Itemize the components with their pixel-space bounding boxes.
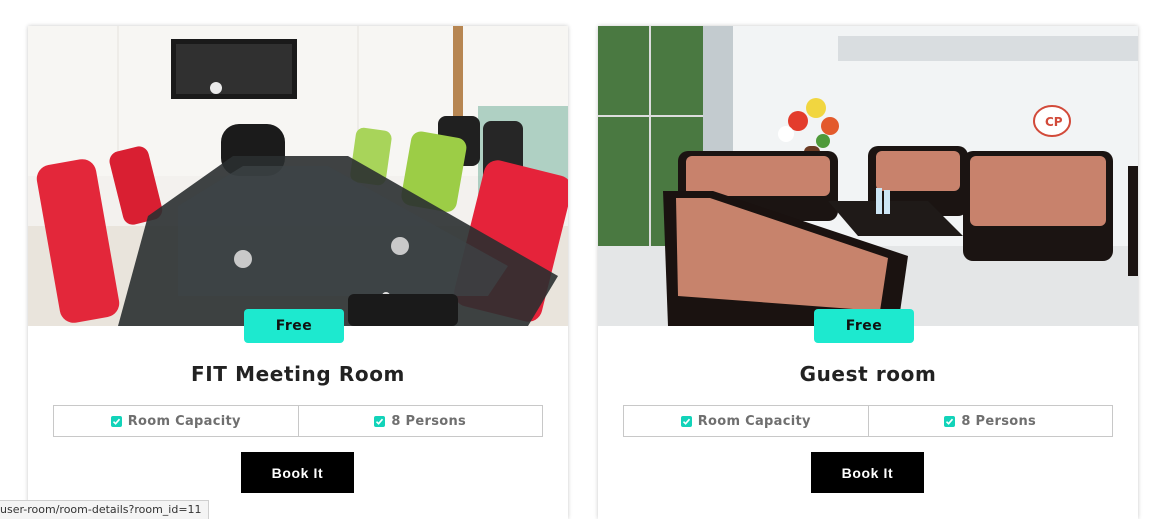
room-features-table: Room Capacity 8 Persons <box>623 405 1113 437</box>
feature-value: 8 Persons <box>391 413 467 429</box>
feature-label-cell: Room Capacity <box>54 406 298 436</box>
checkbox-checked-icon <box>374 415 386 427</box>
room-card: CP Free Guest room Room Capacity 8 Perso… <box>598 26 1138 519</box>
room-title[interactable]: FIT Meeting Room <box>28 362 568 386</box>
checkbox-checked-icon <box>944 415 956 427</box>
feature-label-cell: Room Capacity <box>624 406 868 436</box>
svg-text:CP: CP <box>1045 115 1063 129</box>
price-badge: Free <box>244 309 344 343</box>
room-photo-conference[interactable] <box>28 26 568 326</box>
book-it-button[interactable]: Book It <box>811 452 924 493</box>
room-card: Free FIT Meeting Room Room Capacity 8 Pe… <box>28 26 568 519</box>
room-listing-page: Free FIT Meeting Room Room Capacity 8 Pe… <box>0 0 1165 519</box>
feature-value: 8 Persons <box>961 413 1037 429</box>
feature-label: Room Capacity <box>127 413 241 429</box>
checkbox-checked-icon <box>680 415 692 427</box>
book-it-button[interactable]: Book It <box>241 452 354 493</box>
price-badge: Free <box>814 309 914 343</box>
checkbox-checked-icon <box>110 415 122 427</box>
link-preview-status-bar: user-room/room-details?room_id=11 <box>0 500 209 519</box>
room-title[interactable]: Guest room <box>598 362 1138 386</box>
room-features-table: Room Capacity 8 Persons <box>53 405 543 437</box>
feature-value-cell: 8 Persons <box>297 406 543 436</box>
room-photo-lounge[interactable]: CP <box>598 26 1138 326</box>
feature-label: Room Capacity <box>697 413 811 429</box>
feature-value-cell: 8 Persons <box>867 406 1113 436</box>
